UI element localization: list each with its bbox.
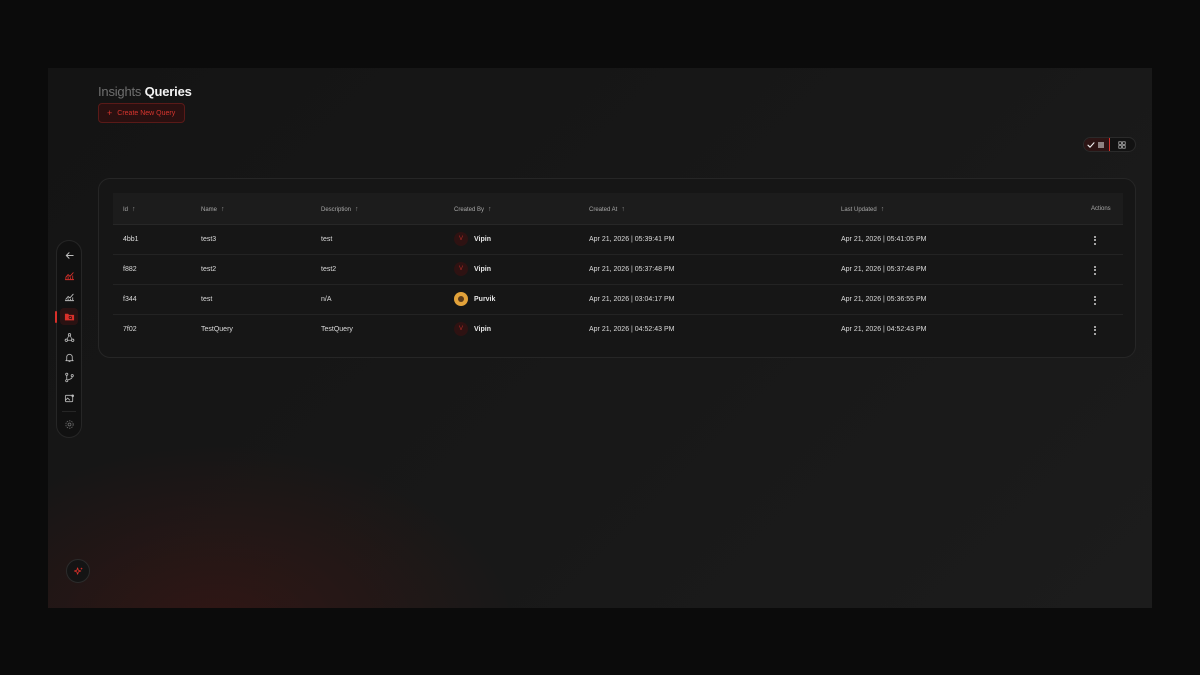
check-icon: [1087, 141, 1095, 148]
sort-arrow-up-icon: ↑: [880, 206, 885, 213]
bell-icon[interactable]: [60, 349, 78, 365]
sort-arrow-up-icon: ↑: [355, 206, 359, 213]
queries-table: Id ↑ Name ↑ Description ↑ Created By ↑ Creat…: [113, 193, 1123, 345]
page-title-main: Queries: [144, 84, 192, 99]
sort-arrow-up-icon: ↑: [621, 206, 625, 213]
app-frame: Insights Queries + Create New Query Id ↑ …: [48, 68, 1152, 608]
cell-created-at: Apr 21, 2026 | 03:04:17 PM: [589, 296, 675, 303]
ai-assistant-button[interactable]: [66, 559, 90, 583]
git-branch-icon[interactable]: [60, 370, 78, 386]
more-vertical-icon: [1087, 322, 1103, 338]
avatar: V: [454, 232, 468, 246]
avatar: V: [454, 322, 468, 336]
author-name: Vipin: [474, 265, 491, 273]
create-new-query-button[interactable]: + Create New Query: [98, 103, 186, 123]
cell-name: test: [201, 296, 213, 303]
cell-last-updated: Apr 21, 2026 | 05:41:05 PM: [841, 236, 927, 243]
grid-icon: [1118, 140, 1126, 149]
cell-created-at: Apr 21, 2026 | 05:37:48 PM: [589, 266, 675, 273]
column-header-created-at[interactable]: Created At ↑: [589, 206, 625, 213]
row-actions-button[interactable]: [1087, 292, 1103, 308]
column-header-last-updated[interactable]: Last Updated ↑: [841, 206, 884, 213]
avatar: V: [454, 262, 468, 276]
row-actions-button[interactable]: [1087, 322, 1103, 338]
cell-id: 4bb1: [123, 236, 139, 243]
table-row[interactable]: 4bb1 test3 test V Vipin Apr 21, 2026 | 0…: [113, 225, 1123, 255]
list-icon: [1098, 142, 1105, 147]
cell-name: TestQuery: [201, 326, 233, 333]
table-row[interactable]: 7f02 TestQuery TestQuery V Vipin Apr 21,…: [113, 315, 1123, 345]
cell-created-by: V Vipin: [454, 232, 491, 246]
more-vertical-icon: [1087, 292, 1103, 308]
sort-arrow-up-icon: ↑: [488, 206, 492, 213]
queries-folder-icon[interactable]: [55, 308, 78, 325]
grid-view-toggle[interactable]: [1110, 138, 1135, 151]
author-name: Purvik: [474, 295, 496, 303]
cell-created-by: V Vipin: [454, 262, 491, 276]
column-header-label: Last Updated: [841, 206, 877, 213]
author-name: Vipin: [474, 235, 491, 243]
cell-last-updated: Apr 21, 2026 | 04:52:43 PM: [841, 326, 927, 333]
analytics-chart-icon[interactable]: [60, 267, 78, 283]
column-header-description[interactable]: Description ↑: [321, 206, 359, 213]
cell-description: n/A: [321, 296, 332, 303]
cell-name: test3: [201, 236, 217, 243]
column-header-created-by[interactable]: Created By ↑: [454, 206, 492, 213]
create-new-query-label: Create New Query: [117, 109, 176, 117]
cell-created-by: Purvik: [454, 292, 495, 306]
line-chart-icon[interactable]: [60, 288, 78, 304]
cell-id: f882: [123, 266, 137, 273]
page-title: Insights Queries: [98, 84, 192, 99]
sidebar: [55, 240, 82, 438]
cell-id: 7f02: [123, 326, 137, 333]
column-header-label: Id: [123, 206, 129, 213]
cell-description: TestQuery: [321, 326, 353, 333]
cell-id: f344: [123, 296, 137, 303]
table-row[interactable]: f344 test n/A Purvik Apr 21, 2026 | 03:0…: [113, 285, 1123, 315]
cell-description: test: [321, 236, 333, 243]
column-header-label: Created By: [454, 206, 485, 213]
more-vertical-icon: [1087, 262, 1103, 278]
row-actions-button[interactable]: [1087, 262, 1103, 278]
sidebar-divider: [62, 410, 76, 412]
cell-description: test2: [321, 266, 337, 273]
back-arrow-icon[interactable]: [60, 247, 78, 263]
sort-arrow-up-icon: ↑: [132, 206, 136, 213]
settings-icon[interactable]: [60, 417, 78, 433]
column-header-label: Actions: [1091, 206, 1111, 212]
cell-created-at: Apr 21, 2026 | 04:52:43 PM: [589, 326, 675, 333]
network-nodes-icon[interactable]: [60, 329, 78, 345]
column-header-actions: Actions: [1091, 206, 1111, 212]
sparkle-icon: [73, 566, 83, 575]
row-actions-button[interactable]: [1087, 232, 1103, 248]
column-header-label: Created At: [589, 206, 618, 213]
column-header-label: Name: [201, 206, 218, 213]
cell-created-by: V Vipin: [454, 322, 491, 336]
image-icon[interactable]: [60, 390, 78, 406]
cell-name: test2: [201, 266, 217, 273]
plus-icon: +: [107, 107, 113, 118]
list-view-toggle[interactable]: [1084, 138, 1110, 151]
cell-last-updated: Apr 21, 2026 | 05:36:55 PM: [841, 296, 927, 303]
author-name: Vipin: [474, 325, 491, 333]
avatar: [454, 292, 468, 306]
page-title-prefix: Insights: [98, 84, 142, 99]
sort-arrow-up-icon: ↑: [221, 206, 225, 213]
column-header-name[interactable]: Name ↑: [201, 206, 225, 213]
cell-last-updated: Apr 21, 2026 | 05:37:48 PM: [841, 266, 927, 273]
queries-table-card: Id ↑ Name ↑ Description ↑ Created By ↑ Creat…: [98, 178, 1136, 358]
column-header-label: Description: [321, 206, 352, 213]
cell-created-at: Apr 21, 2026 | 05:39:41 PM: [589, 236, 675, 243]
table-header: Id ↑ Name ↑ Description ↑ Created By ↑ Creat…: [113, 193, 1123, 225]
more-vertical-icon: [1087, 232, 1103, 248]
table-row[interactable]: f882 test2 test2 V Vipin Apr 21, 2026 | …: [113, 255, 1123, 285]
column-header-id[interactable]: Id ↑: [123, 206, 136, 213]
view-toggle: [1083, 137, 1136, 152]
